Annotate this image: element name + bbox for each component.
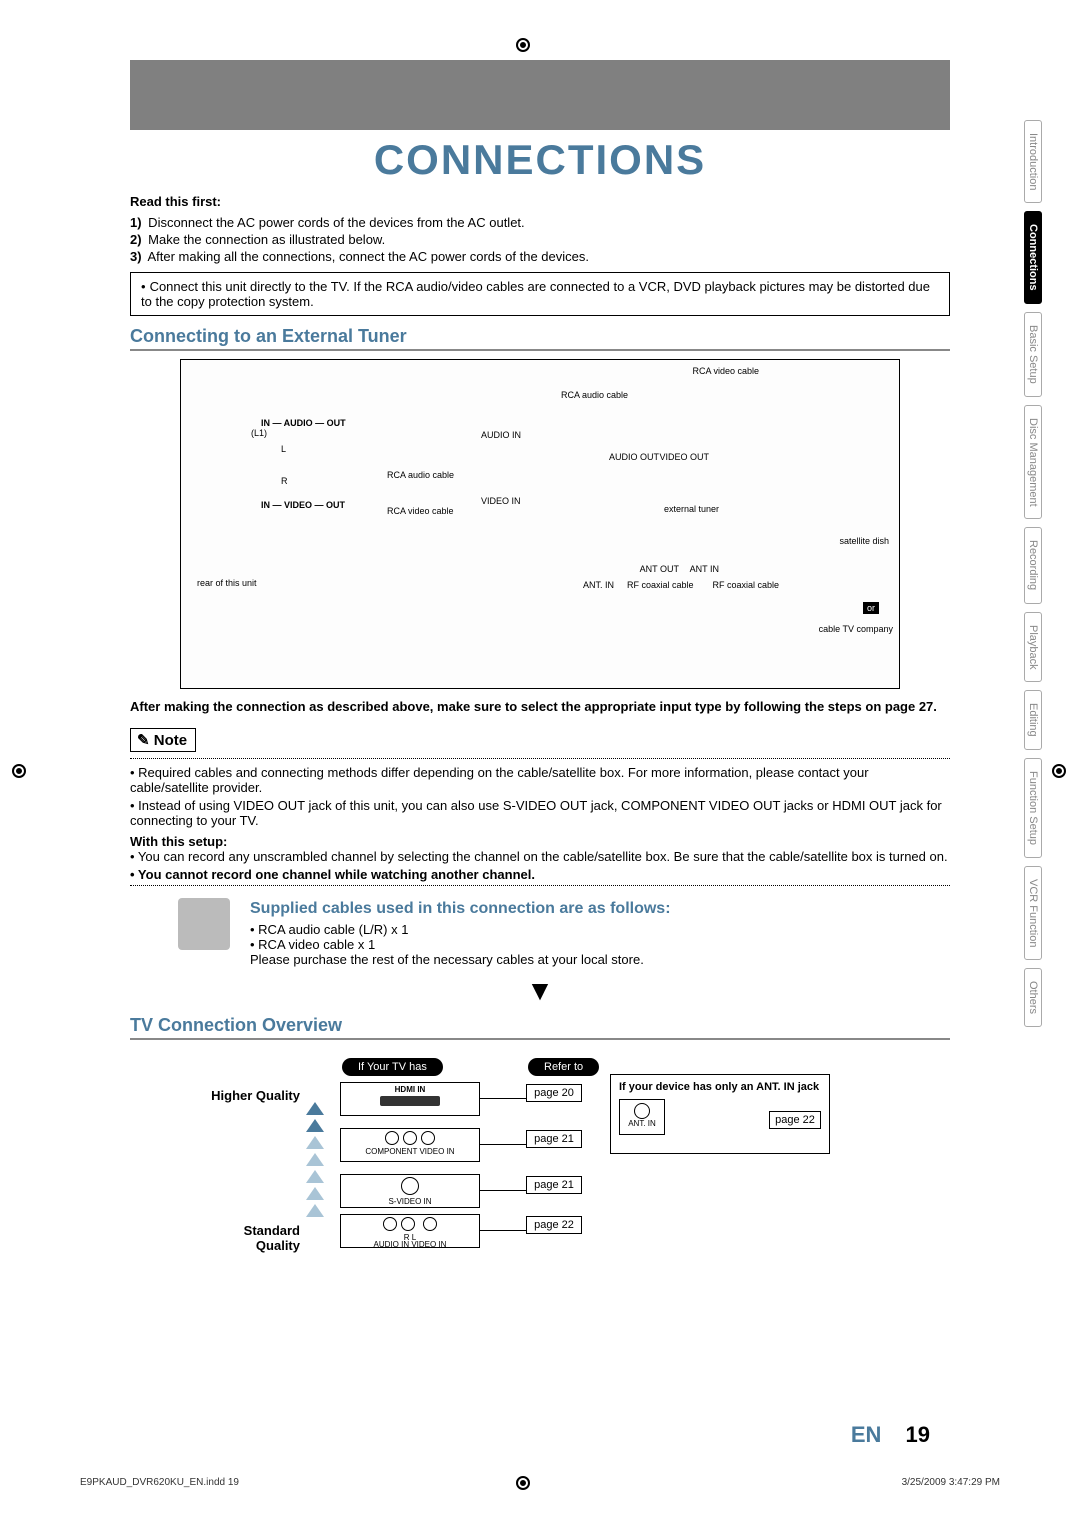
ant-jack-icon: ANT. IN <box>619 1099 665 1135</box>
supplied-title: Supplied cables used in this connection … <box>250 900 900 918</box>
tab-editing[interactable]: Editing <box>1024 690 1042 750</box>
diagram-label: ANT OUT <box>640 564 679 574</box>
diagram-label: or <box>863 602 879 614</box>
print-timestamp: 3/25/2009 3:47:29 PM <box>902 1477 1000 1488</box>
step-num: 3) <box>130 249 142 264</box>
page-ref: page 22 <box>769 1111 821 1129</box>
supplied-footer: Please purchase the rest of the necessar… <box>250 952 900 967</box>
diagram-label: cable TV company <box>819 624 893 634</box>
print-file: E9PKAUD_DVR620KU_EN.indd 19 <box>80 1477 239 1488</box>
step-text: Disconnect the AC power cords of the dev… <box>145 215 525 230</box>
page-ref: page 21 <box>526 1176 582 1194</box>
diagram-label: AUDIO OUT <box>609 452 659 462</box>
page-ref: page 22 <box>526 1216 582 1234</box>
info-box: •Connect this unit directly to the TV. I… <box>130 272 950 316</box>
higher-quality-label: Higher Quality <box>210 1088 300 1103</box>
tab-basic-setup[interactable]: Basic Setup <box>1024 312 1042 397</box>
tab-introduction[interactable]: Introduction <box>1024 120 1042 203</box>
page-title: CONNECTIONS <box>130 130 950 194</box>
with-setup-label: With this setup: <box>130 834 950 849</box>
page-ref: page 20 <box>526 1084 582 1102</box>
registration-mark-icon <box>516 38 530 52</box>
dotted-rule <box>130 758 950 759</box>
supplied-cables-box: Supplied cables used in this connection … <box>170 894 910 973</box>
page-footer: EN 19 <box>851 1422 930 1448</box>
header-bar <box>130 60 950 130</box>
ant-heading: If your device has only an ANT. IN jack <box>619 1081 821 1093</box>
tab-function-setup[interactable]: Function Setup <box>1024 758 1042 858</box>
tv-overview-diagram: Higher Quality Standard Quality If Your … <box>130 1048 950 1258</box>
info-box-text: Connect this unit directly to the TV. If… <box>141 279 930 309</box>
after-diagram-text: After making the connection as described… <box>130 699 950 714</box>
tab-disc-management[interactable]: Disc Management <box>1024 405 1042 520</box>
read-first-label: Read this first: <box>130 194 950 209</box>
supplied-item: • RCA audio cable (L/R) x 1 <box>250 922 900 937</box>
print-footer: E9PKAUD_DVR620KU_EN.indd 19 3/25/2009 3:… <box>80 1477 1000 1488</box>
page-number: 19 <box>906 1422 930 1447</box>
cable-icon <box>178 898 230 950</box>
tab-vcr-function[interactable]: VCR Function <box>1024 866 1042 960</box>
with-setup-item: • You can record any unscrambled channel… <box>130 849 950 864</box>
diagram-label: external tuner <box>664 504 719 514</box>
down-arrow-icon: ▼ <box>130 975 950 1007</box>
diagram-label: satellite dish <box>839 536 889 546</box>
diagram-label: RF coaxial cable <box>712 580 779 590</box>
steps-list: 1) Disconnect the AC power cords of the … <box>130 215 950 264</box>
dotted-rule <box>130 885 950 886</box>
refer-to-pill: Refer to <box>528 1058 599 1076</box>
conn-row-av: R LAUDIO IN VIDEO IN <box>340 1214 480 1248</box>
tab-connections[interactable]: Connections <box>1024 211 1042 304</box>
side-tabs: Introduction Connections Basic Setup Dis… <box>1024 120 1050 1035</box>
quality-arrows <box>306 1102 330 1221</box>
tab-playback[interactable]: Playback <box>1024 612 1042 683</box>
section-heading-tuner: Connecting to an External Tuner <box>130 326 950 351</box>
if-tv-has-pill: If Your TV has <box>342 1058 443 1076</box>
note-body: • Required cables and connecting methods… <box>130 765 950 828</box>
diagram-label: RCA video cable <box>387 506 454 516</box>
connection-diagram: RCA video cable RCA audio cable AUDIO IN… <box>180 359 900 689</box>
diagram-label: IN — VIDEO — OUT <box>261 500 345 510</box>
step-num: 1) <box>130 215 142 230</box>
diagram-label: ANT. IN <box>583 580 614 590</box>
diagram-label: ANT IN <box>690 564 719 574</box>
ant-in-box: If your device has only an ANT. IN jack … <box>610 1074 830 1154</box>
note-label: Note <box>130 728 196 752</box>
diagram-label: (L1) <box>251 428 267 438</box>
step-text: After making all the connections, connec… <box>145 249 589 264</box>
section-heading-tv-overview: TV Connection Overview <box>130 1015 950 1040</box>
diagram-label: RCA video cable <box>692 366 759 376</box>
lang-code: EN <box>851 1422 882 1447</box>
note-item: • Instead of using VIDEO OUT jack of thi… <box>130 798 950 828</box>
note-item: • Required cables and connecting methods… <box>130 765 950 795</box>
registration-mark-icon <box>12 764 26 778</box>
conn-row-svideo: S-VIDEO IN <box>340 1174 480 1208</box>
conn-row-component: COMPONENT VIDEO IN <box>340 1128 480 1162</box>
tab-recording[interactable]: Recording <box>1024 527 1042 603</box>
step-text: Make the connection as illustrated below… <box>145 232 386 247</box>
diagram-label: L <box>281 444 286 454</box>
supplied-item: • RCA video cable x 1 <box>250 937 900 952</box>
diagram-label: AUDIO IN <box>481 430 521 440</box>
step-num: 2) <box>130 232 142 247</box>
diagram-label: RF coaxial cable <box>627 580 694 590</box>
page-ref: page 21 <box>526 1130 582 1148</box>
diagram-label: RCA audio cable <box>387 470 454 480</box>
diagram-label: rear of this unit <box>197 578 257 588</box>
tab-others[interactable]: Others <box>1024 968 1042 1027</box>
diagram-label: R <box>281 476 288 486</box>
with-setup-item-bold: • You cannot record one channel while wa… <box>130 867 950 882</box>
diagram-label: VIDEO IN <box>481 496 521 506</box>
registration-mark-icon <box>1052 764 1066 778</box>
conn-row-hdmi: HDMI IN <box>340 1082 480 1116</box>
standard-quality-label: Standard Quality <box>210 1223 300 1253</box>
diagram-label: IN — AUDIO — OUT <box>261 418 346 428</box>
diagram-label: RCA audio cable <box>561 390 628 400</box>
diagram-label: VIDEO OUT <box>659 452 709 462</box>
